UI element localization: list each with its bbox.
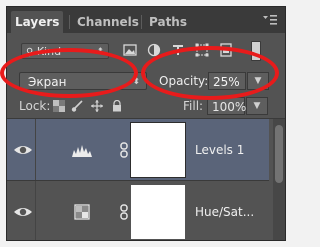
tab-layers[interactable]: Layers xyxy=(11,11,64,33)
layer-mask-thumbnail[interactable] xyxy=(131,185,185,239)
visibility-divider xyxy=(35,119,36,180)
lock-transparent-pixels-icon[interactable] xyxy=(53,100,65,112)
layer-row-levels[interactable]: Levels 1 xyxy=(7,119,269,181)
annotation-circle-opacity xyxy=(141,46,279,100)
panel-menu-icon[interactable] xyxy=(263,15,277,25)
lock-all-icon[interactable] xyxy=(111,100,123,112)
tab-divider xyxy=(69,15,70,29)
move-icon[interactable] xyxy=(91,100,103,112)
tab-paths[interactable]: Paths xyxy=(145,11,191,33)
hue-saturation-icon xyxy=(74,204,90,220)
levels-icon xyxy=(72,145,92,157)
eye-icon[interactable] xyxy=(13,140,33,160)
layer-name[interactable]: Levels 1 xyxy=(195,143,244,157)
layer-name[interactable]: Hue/Sat... xyxy=(195,205,254,219)
tab-divider xyxy=(141,15,142,29)
link-chain-icon[interactable] xyxy=(119,142,129,158)
panel-frame: Layers Channels Paths ⚲ Kind ⬍ Экран ⬍ O… xyxy=(6,6,286,241)
lock-label: Lock: xyxy=(19,99,51,113)
layer-mask-thumbnail[interactable] xyxy=(130,122,186,178)
layers-panel: Layers Channels Paths ⚲ Kind ⬍ Экран ⬍ O… xyxy=(0,0,293,247)
tab-bar: Layers Channels Paths xyxy=(7,7,285,33)
eye-icon[interactable] xyxy=(13,202,33,222)
fill-slider-button[interactable]: ▼ xyxy=(246,97,268,115)
fill-label: Fill: xyxy=(183,99,204,113)
annotation-circle-blend-mode xyxy=(0,48,138,98)
link-chain-icon[interactable] xyxy=(119,204,129,220)
scrollbar-thumb[interactable] xyxy=(275,125,283,183)
visibility-divider xyxy=(35,181,36,240)
pixel-layer-filter-icon[interactable] xyxy=(123,43,137,57)
tab-channels[interactable]: Channels xyxy=(73,11,143,33)
chevron-down-icon: ▼ xyxy=(253,101,261,111)
layer-row-hue-saturation[interactable]: Hue/Sat... xyxy=(7,181,269,240)
brush-icon[interactable] xyxy=(71,100,83,112)
